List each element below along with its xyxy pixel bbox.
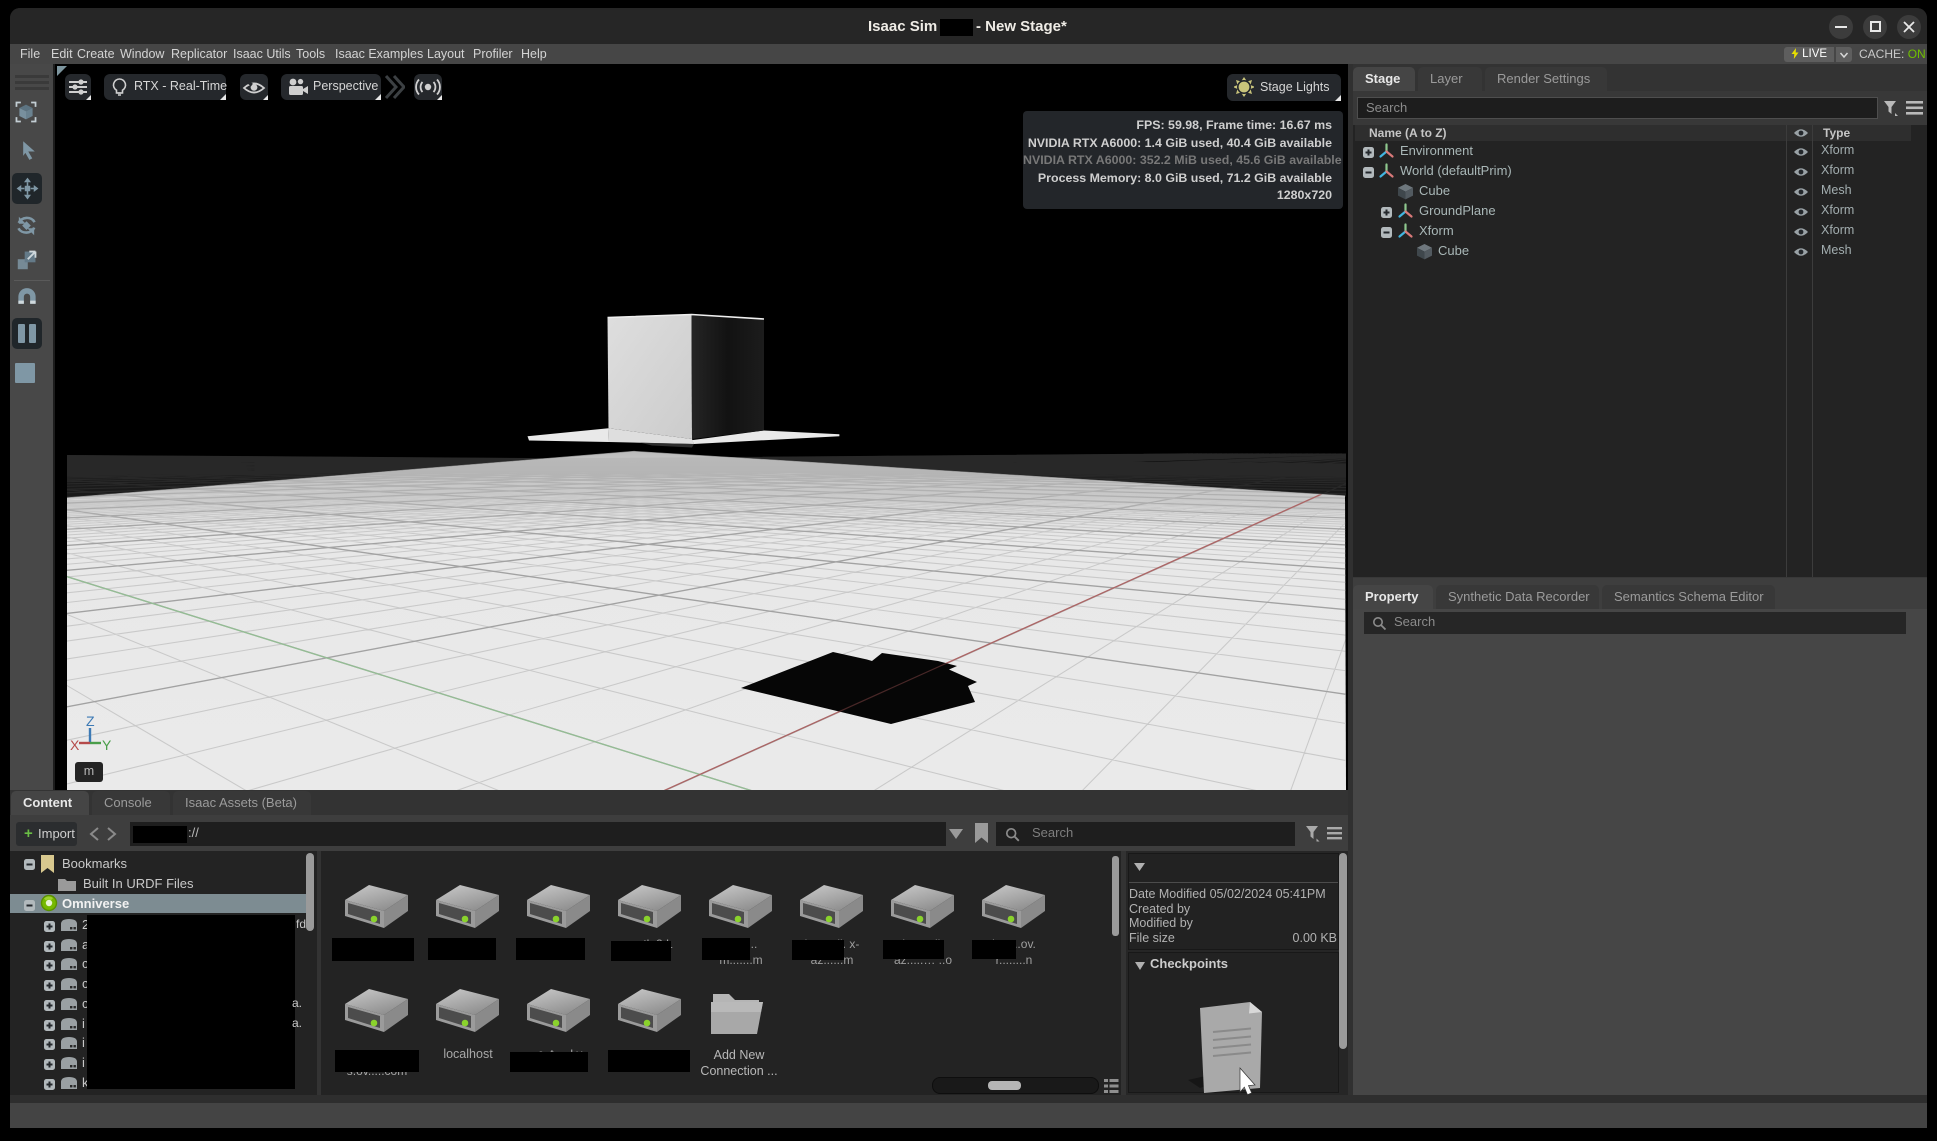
- svg-text:X: X: [70, 737, 80, 753]
- svg-text:Y: Y: [102, 737, 112, 753]
- svg-text:Z: Z: [86, 713, 95, 729]
